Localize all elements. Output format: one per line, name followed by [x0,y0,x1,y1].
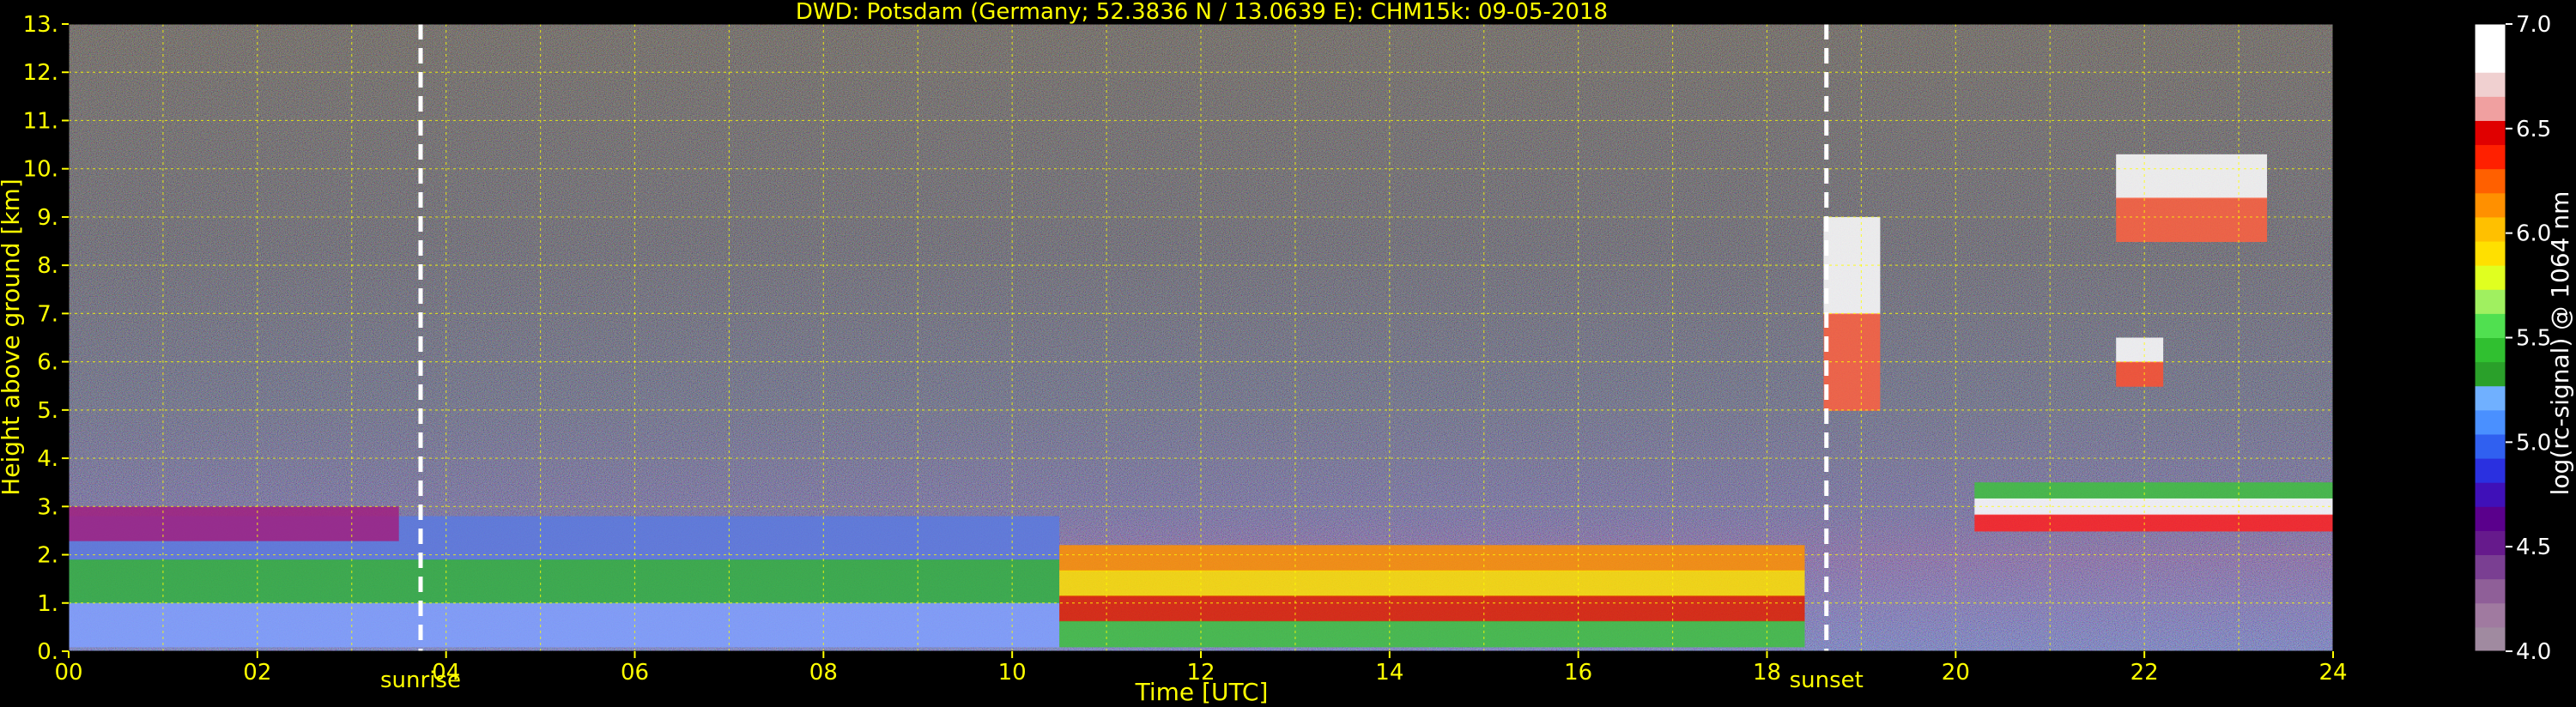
x-tick-label: 16 [1564,660,1592,686]
feature-band [2116,337,2164,363]
colorbar-segment [2475,168,2506,194]
colorbar-segment [2475,409,2506,435]
colorbar-segment [2475,24,2506,49]
feature-band [2116,154,2268,199]
sunset-label: sunset [1790,668,1864,693]
x-axis-label: Time [UTC] [1135,678,1269,706]
feature-convective-layer [1059,545,1805,648]
colorbar-segment [2475,313,2506,338]
colorbar-ticks: 4.04.55.05.56.06.57.0 [2506,12,2551,665]
colorbar-tick-label: 7.0 [2516,12,2551,38]
feature-band [1059,545,1805,571]
colorbar-segment [2475,72,2506,97]
x-tick-label: 24 [2318,660,2347,686]
colorbar-segment [2475,482,2506,507]
x-tick-label: 00 [54,660,82,686]
colorbar-segment [2475,120,2506,146]
feature-band [2116,197,2268,243]
colorbar-segment [2475,48,2506,73]
y-tick-label: 5. [37,398,58,424]
x-tick-label: 22 [2131,660,2159,686]
colorbar-tick-label: 6.5 [2516,117,2551,142]
colorbar-segment [2475,216,2506,242]
feature-band [69,602,1060,648]
y-axis-label: Height above ground [km] [0,178,25,496]
colorbar-segment [2475,433,2506,459]
colorbar-segment [2475,96,2506,121]
feature-band [1974,514,2333,532]
y-tick-label: 7. [37,301,58,327]
colorbar-segment [2475,289,2506,314]
y-tick-label: 13. [23,12,58,38]
colorbar-segment [2475,361,2506,387]
y-tick-label: 1. [37,591,58,617]
feature-band [1059,595,1805,622]
colorbar-segment [2475,385,2506,411]
colorbar-label: log(rc-signal) @ 1064 nm [2546,191,2574,496]
colorbar-segment [2475,265,2506,290]
colorbar-segment [2475,241,2506,266]
y-tick-label: 4. [37,446,58,472]
feature-band [1059,570,1805,597]
y-tick-label: 2. [37,543,58,569]
feature-residual-layer [69,506,399,541]
y-tick-label: 12. [23,60,58,86]
y-tick-label: 8. [37,253,58,279]
colorbar-tick-label: 4.5 [2516,535,2551,560]
sun-marker-labels: sunrise sunset [380,668,1864,693]
y-tick-label: 11. [23,108,58,134]
feature-band [1059,620,1805,648]
colorbar-segment [2475,626,2506,652]
colorbar-segment [2475,337,2506,363]
sunrise-label: sunrise [380,668,461,693]
chart-title: DWD: Potsdam (Germany; 52.3836 N / 13.06… [796,0,1608,25]
x-tick-label: 06 [621,660,649,686]
colorbar-segment [2475,578,2506,604]
x-tick-label: 08 [809,660,838,686]
x-tick-label: 02 [243,660,271,686]
feature-band [1974,482,2333,499]
ceilometer-figure: DWD: Potsdam (Germany; 52.3836 N / 13.06… [0,0,2574,706]
x-tick-label: 10 [998,660,1027,686]
y-tick-label: 9. [37,205,58,231]
colorbar-segment [2475,506,2506,531]
feature-band [2116,361,2164,387]
colorbar-segment [2475,554,2506,580]
colorbar-tick-label: 4.0 [2516,639,2551,665]
feature-band [69,506,399,541]
y-tick-label: 3. [37,494,58,520]
feature-cirrus-cloud [2116,154,2268,243]
colorbar-segment [2475,602,2506,628]
x-tick-label: 20 [1942,660,1970,686]
colorbar-segment [2475,144,2506,170]
colorbar-segment [2475,192,2506,218]
colorbar-segment [2475,530,2506,556]
x-tick-label: 14 [1375,660,1403,686]
y-tick-label: 10. [23,157,58,183]
feature-band [69,559,1060,604]
plot-area [69,24,2333,651]
y-axis-ticks: 0.1.2.3.4.5.6.7.8.9.10.11.12.13. [23,12,69,665]
colorbar-segment [2475,458,2506,483]
colorbar [2474,23,2506,652]
x-tick-label: 18 [1753,660,1781,686]
y-tick-label: 6. [37,350,58,376]
